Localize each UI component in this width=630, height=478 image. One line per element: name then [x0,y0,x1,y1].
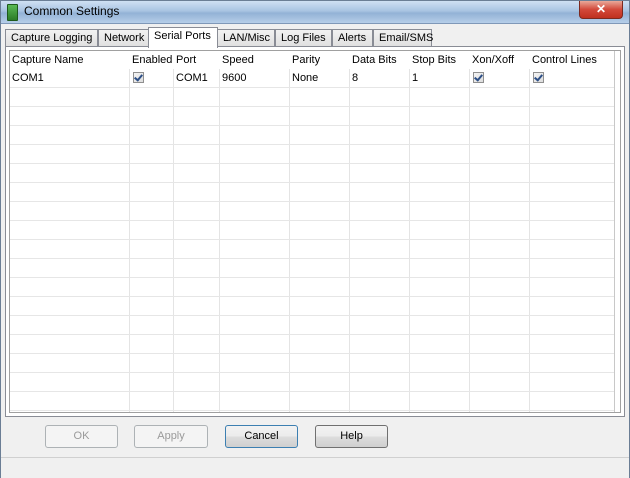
help-button[interactable]: Help [315,425,388,448]
tab-email-sms[interactable]: Email/SMS [373,29,434,46]
empty-row [10,183,614,202]
empty-row [10,354,614,373]
empty-row [10,240,614,259]
window-title: Common Settings [24,4,120,18]
empty-row [10,88,614,107]
tab-log-files[interactable]: Log Files [275,29,332,46]
cell-capture-name[interactable]: COM1 [10,69,130,87]
tab-alerts[interactable]: Alerts [332,29,373,46]
cell-stop-bits[interactable]: 1 [410,69,470,87]
ok-button[interactable]: OK [45,425,118,448]
column-header-parity[interactable]: Parity [290,51,350,69]
tab-label: Serial Ports [154,30,211,42]
grid-edge [614,51,615,412]
empty-row [10,259,614,278]
tab-label: LAN/Misc [223,32,271,44]
column-header-control-lines[interactable]: Control Lines [530,51,614,69]
column-header-port[interactable]: Port [174,51,220,69]
grid-header: Capture Name Enabled Port Speed Parity D… [10,51,614,69]
column-header-data-bits[interactable]: Data Bits [350,51,410,69]
column-header-speed[interactable]: Speed [220,51,290,69]
status-bar [1,457,629,478]
empty-row [10,392,614,411]
tab-capture-logging[interactable]: Capture Logging [5,29,98,46]
empty-row [10,411,614,412]
column-header-xon-xoff[interactable]: Xon/Xoff [470,51,530,69]
control-lines-checkbox[interactable] [533,72,544,83]
table-row[interactable]: COM1 COM1 9600 None 8 1 [10,69,614,88]
empty-row [10,202,614,221]
enabled-checkbox[interactable] [133,72,144,83]
cell-xon-xoff [470,69,530,87]
cancel-button[interactable]: Cancel [225,425,298,448]
cell-control-lines [530,69,614,87]
empty-row [10,297,614,316]
column-header-stop-bits[interactable]: Stop Bits [410,51,470,69]
empty-row [10,164,614,183]
empty-row [10,221,614,240]
tab-label: Log Files [281,32,326,44]
cell-enabled [130,69,174,87]
tab-label: Capture Logging [11,32,93,44]
serial-ports-grid[interactable]: Capture Name Enabled Port Speed Parity D… [9,50,621,413]
xon-xoff-checkbox[interactable] [473,72,484,83]
column-header-capture-name[interactable]: Capture Name [10,51,130,69]
tab-label: Network [104,32,145,44]
close-button[interactable]: ✕ [579,1,623,19]
tab-label: Email/SMS [379,32,434,44]
tab-network[interactable]: Network [98,29,149,46]
title-bar[interactable]: Common Settings ✕ [1,1,629,24]
empty-row [10,373,614,392]
column-header-enabled[interactable]: Enabled [130,51,174,69]
tab-lan-misc[interactable]: LAN/Misc [217,29,275,46]
tab-serial-ports[interactable]: Serial Ports [148,27,218,48]
app-icon [7,4,18,21]
cell-data-bits[interactable]: 8 [350,69,410,87]
empty-row [10,335,614,354]
empty-row [10,145,614,164]
cell-port[interactable]: COM1 [174,69,220,87]
empty-row [10,316,614,335]
common-settings-window: Common Settings ✕ Capture Logging Networ… [0,0,630,478]
apply-button[interactable]: Apply [134,425,208,448]
close-icon: ✕ [595,2,607,16]
cell-speed[interactable]: 9600 [220,69,290,87]
cell-parity[interactable]: None [290,69,350,87]
empty-row [10,278,614,297]
tab-label: Alerts [338,32,367,44]
empty-row [10,107,614,126]
empty-row [10,126,614,145]
serial-ports-panel: Capture Name Enabled Port Speed Parity D… [5,46,625,417]
